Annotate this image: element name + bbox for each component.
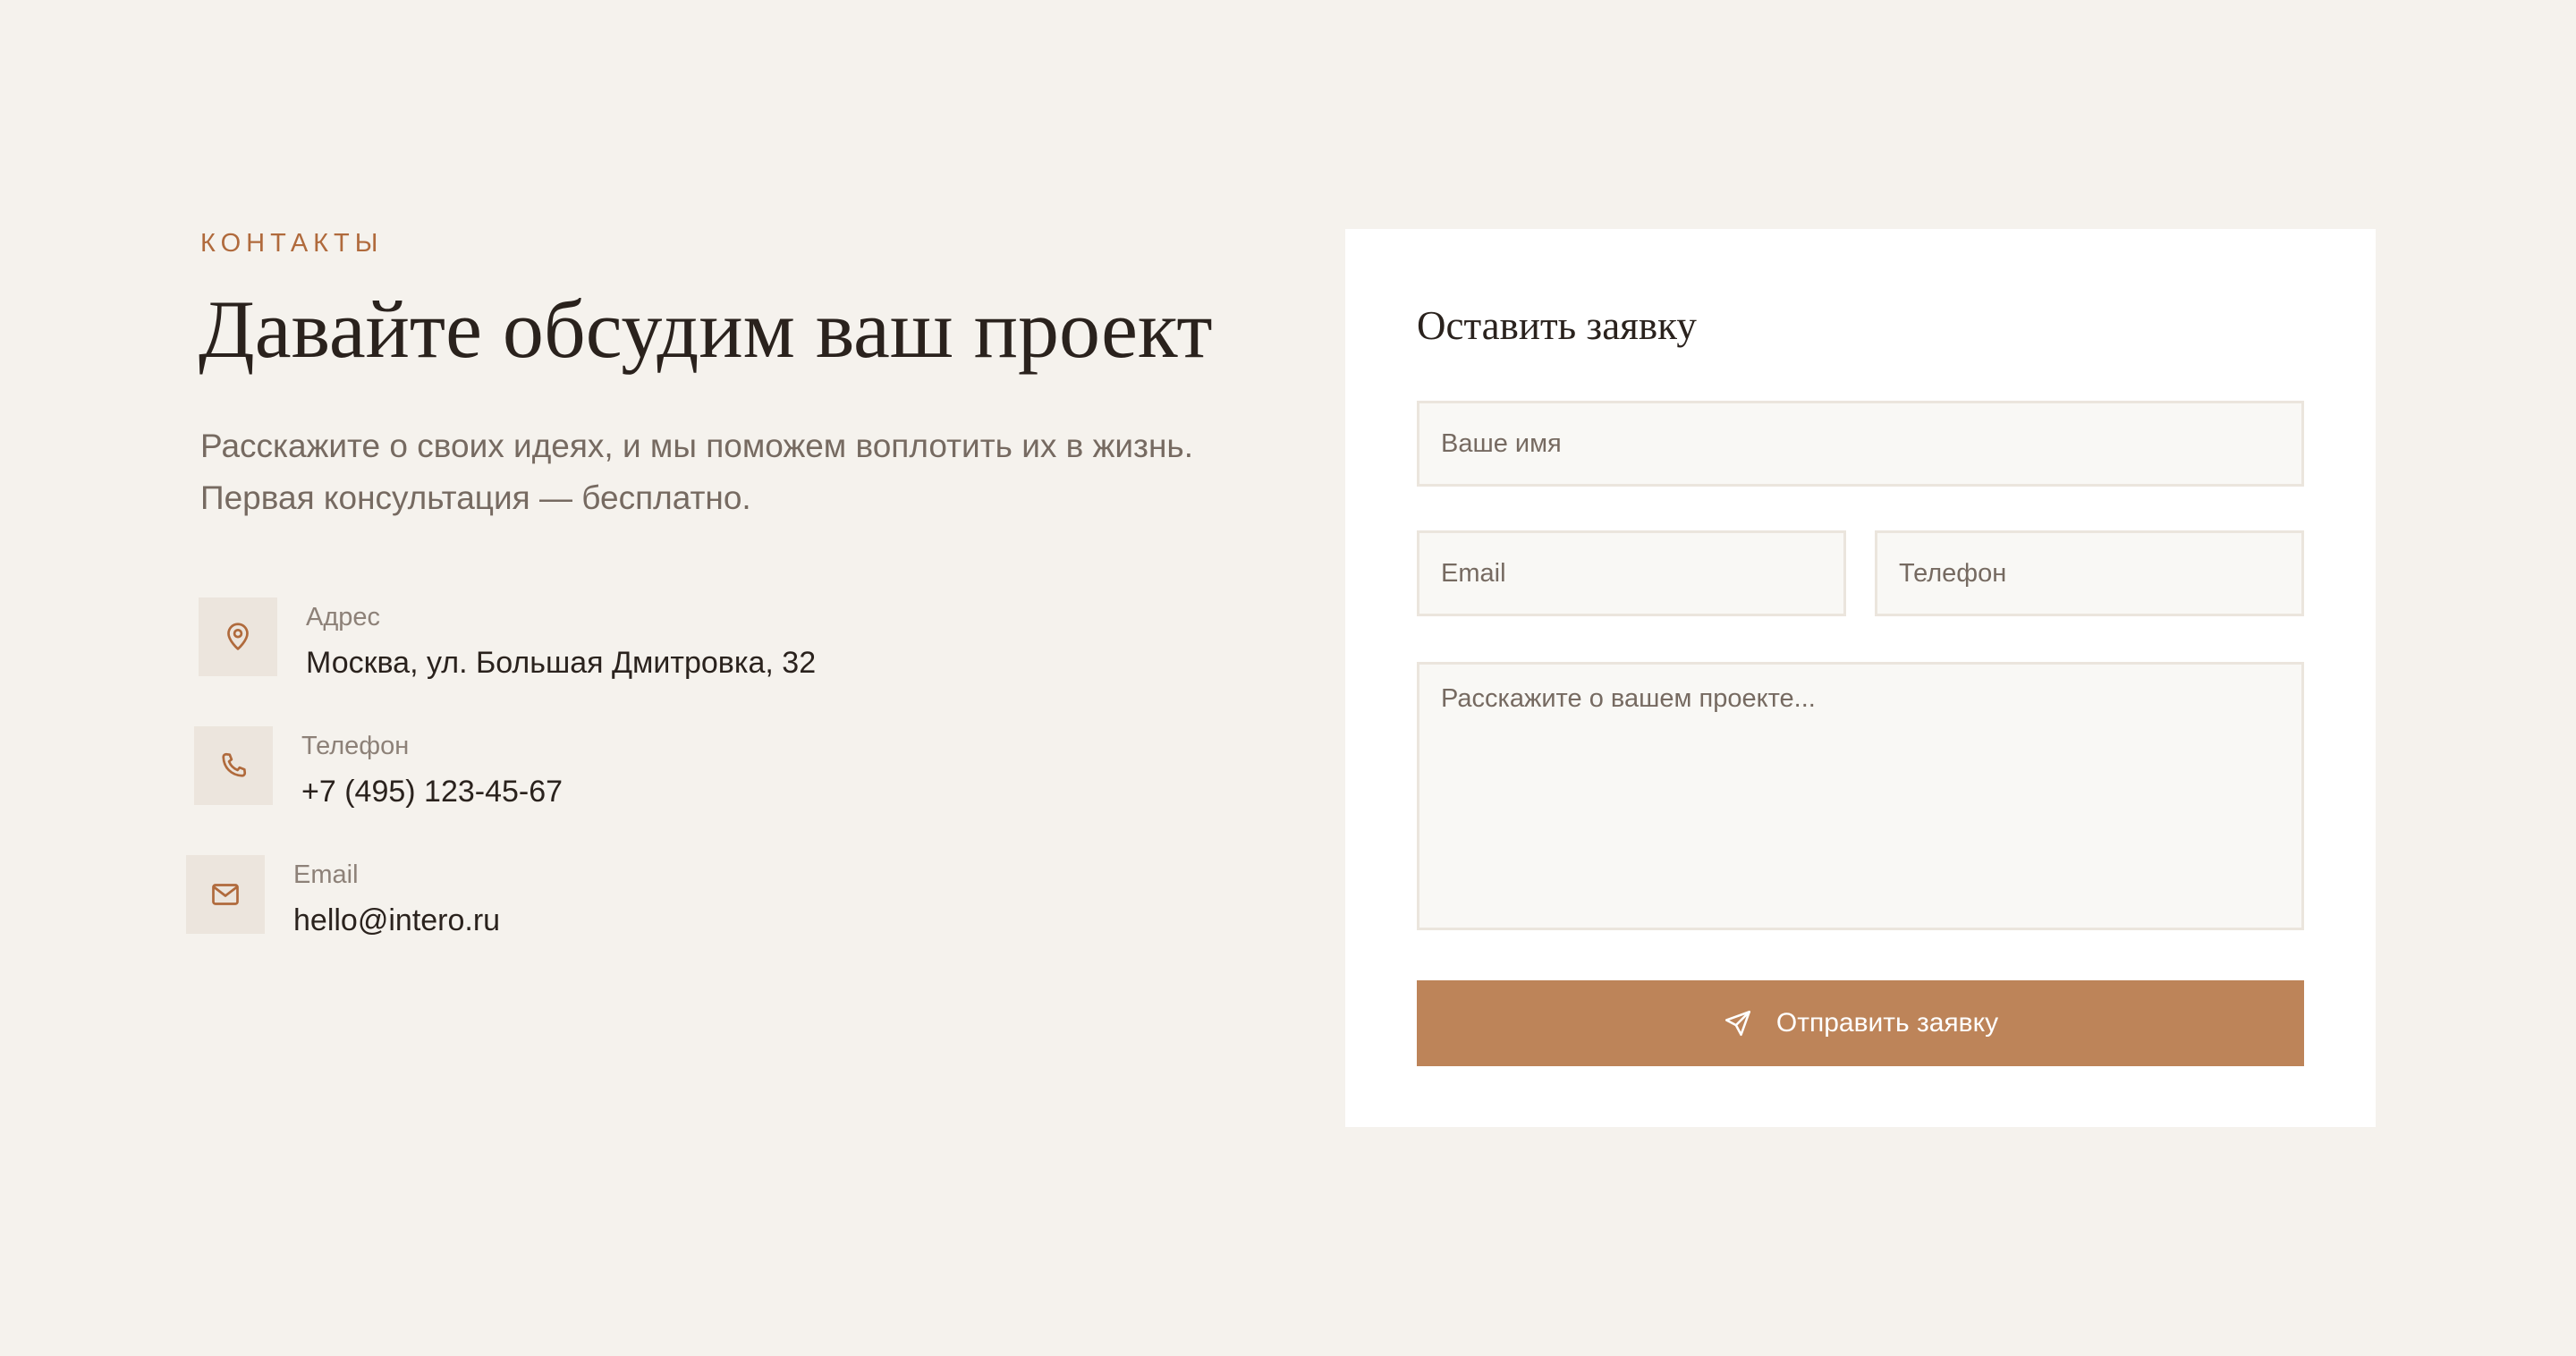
contact-label: Телефон — [301, 732, 410, 760]
contacts-section: КОНТАКТЫ Давайте обсудим ваш проект Расс… — [0, 0, 2576, 1356]
section-description: Расскажите о своих идеях, и мы поможем в… — [200, 428, 1193, 516]
submit-button-label: Отправить заявку — [1775, 1008, 1999, 1038]
phone-icon — [194, 726, 273, 805]
contact-value-email[interactable]: hello@intero.ru — [293, 903, 500, 938]
contact-value-address: Москва, ул. Большая Дмитровка, 32 — [306, 646, 817, 680]
form-title: Оставить заявку — [1417, 303, 1697, 348]
contact-label: Адрес — [306, 603, 381, 631]
name-input[interactable] — [1417, 401, 2304, 487]
page-title: Давайте обсудим ваш проект — [199, 284, 1213, 375]
contact-item-phone: Телефон +7 (495) 123-45-67 — [194, 726, 874, 809]
map-pin-icon — [199, 597, 277, 676]
request-form-card: Оставить заявку Отправить заявку — [1345, 229, 2376, 1127]
email-input[interactable] — [1417, 530, 1846, 616]
contact-item-email: Email hello@intero.ru — [186, 855, 866, 938]
mail-icon — [186, 855, 265, 934]
section-kicker: КОНТАКТЫ — [200, 229, 384, 258]
contact-label: Email — [293, 860, 359, 889]
phone-input[interactable] — [1875, 530, 2304, 616]
contact-value-phone[interactable]: +7 (495) 123-45-67 — [301, 775, 563, 809]
message-textarea[interactable] — [1417, 662, 2304, 930]
submit-button[interactable]: Отправить заявку — [1417, 980, 2304, 1066]
send-icon — [1723, 1008, 1753, 1038]
contact-item-address: Адрес Москва, ул. Большая Дмитровка, 32 — [199, 597, 878, 680]
